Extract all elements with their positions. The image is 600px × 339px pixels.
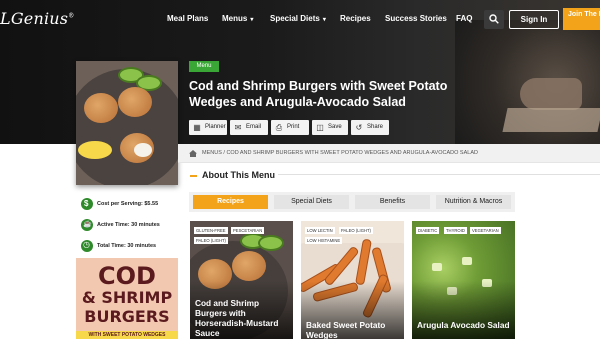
nav-meal-plans[interactable]: Meal Plans [167, 14, 208, 23]
menu-badge: Menu [189, 61, 219, 72]
diet-tag: DIABETIC [416, 227, 440, 234]
nav-faq[interactable]: FAQ [456, 14, 472, 23]
nav-menus[interactable]: Menus ▾ [222, 14, 253, 23]
section-heading: About This Menu [202, 170, 275, 180]
recipe-card[interactable]: GLUTEN-FREE PESCETARIAN PALEO (LIGHT) Co… [190, 221, 293, 339]
breadcrumb-text[interactable]: MENUS / COD AND SHRIMP BURGERS WITH SWEE… [202, 150, 478, 156]
chef-hat-icon: ☕ [81, 219, 93, 231]
tab-recipes[interactable]: Recipes [193, 195, 268, 209]
email-button[interactable]: ✉ Email [230, 120, 268, 135]
save-button[interactable]: ◫ Save [312, 120, 348, 135]
search-icon [489, 14, 499, 24]
diet-tag: LOW HISTAMINE [305, 237, 343, 244]
tab-special-diets[interactable]: Special Diets [274, 195, 349, 209]
envelope-icon: ✉ [234, 123, 242, 132]
section-accent [190, 175, 197, 177]
divider [278, 174, 600, 175]
promo-poster: COD & SHRIMP BURGERS WITH SWEET POTATO W… [76, 258, 178, 339]
tab-benefits[interactable]: Benefits [355, 195, 430, 209]
active-time: Active Time: 30 minutes [97, 222, 160, 228]
share-icon: ↺ [355, 123, 363, 132]
poster-line-2: & SHRIMP [81, 288, 173, 307]
diet-tag: PESCETARIAN [231, 227, 265, 234]
diet-tag: PALEO (LIGHT) [339, 227, 373, 234]
total-time: Total Time: 30 minutes [97, 243, 157, 249]
top-nav: LGenius® Meal Plans Menus ▾ Special Diets… [0, 0, 600, 38]
diet-tag: PALEO (LIGHT) [194, 237, 228, 244]
cost-per-serving: Cost per Serving: $5.55 [97, 201, 159, 207]
dollar-icon: $ [81, 198, 93, 210]
recipe-card[interactable]: LOW LECTIN PALEO (LIGHT) LOW HISTAMINE B… [301, 221, 404, 339]
home-icon[interactable] [189, 150, 197, 157]
card-title[interactable]: Arugula Avocado Salad [417, 320, 512, 330]
diet-tag: GLUTEN-FREE [194, 227, 228, 234]
site-logo[interactable]: LGenius® [0, 9, 74, 28]
diet-tag: LOW LECTIN [305, 227, 335, 234]
nav-success-stories[interactable]: Success Stories [385, 14, 447, 23]
nav-recipes[interactable]: Recipes [340, 14, 371, 23]
nav-special-diets[interactable]: Special Diets ▾ [270, 14, 326, 23]
recipe-card[interactable]: DIABETIC THYROID VEGETARIAN Arugula Avoc… [412, 221, 515, 339]
calendar-icon: ▦ [193, 123, 201, 132]
clock-icon: ◷ [81, 240, 93, 252]
search-button[interactable] [484, 10, 504, 29]
sign-in-button[interactable]: Sign In [509, 10, 559, 29]
card-title[interactable]: Cod and Shrimp Burgers with Horseradish-… [195, 298, 290, 338]
diet-tag: VEGETARIAN [470, 227, 501, 234]
recipe-image [76, 61, 178, 185]
poster-line-3: BURGERS [84, 307, 170, 326]
save-icon: ◫ [316, 123, 324, 132]
page: LGenius® Meal Plans Menus ▾ Special Diets… [0, 0, 600, 339]
print-button[interactable]: ⎙ Print [271, 120, 309, 135]
planner-button[interactable]: ▦ Planner [189, 120, 227, 135]
share-button[interactable]: ↺ Share [351, 120, 389, 135]
chevron-down-icon: ▾ [250, 17, 254, 23]
join-button[interactable]: Join The Planning [563, 8, 600, 30]
breadcrumb: MENUS / COD AND SHRIMP BURGERS WITH SWEE… [178, 144, 600, 163]
card-title[interactable]: Baked Sweet Potato Wedges [306, 320, 386, 339]
chevron-down-icon: ▾ [322, 17, 326, 23]
recipe-title: Cod and Shrimp Burgers with Sweet Potato… [189, 79, 448, 109]
diet-tag: THYROID [444, 227, 467, 234]
poster-line-1: COD [98, 262, 156, 290]
poster-line-4: WITH SWEET POTATO WEDGES [76, 331, 178, 339]
tab-nutrition-macros[interactable]: Nutrition & Macros [436, 195, 511, 209]
printer-icon: ⎙ [275, 123, 283, 132]
